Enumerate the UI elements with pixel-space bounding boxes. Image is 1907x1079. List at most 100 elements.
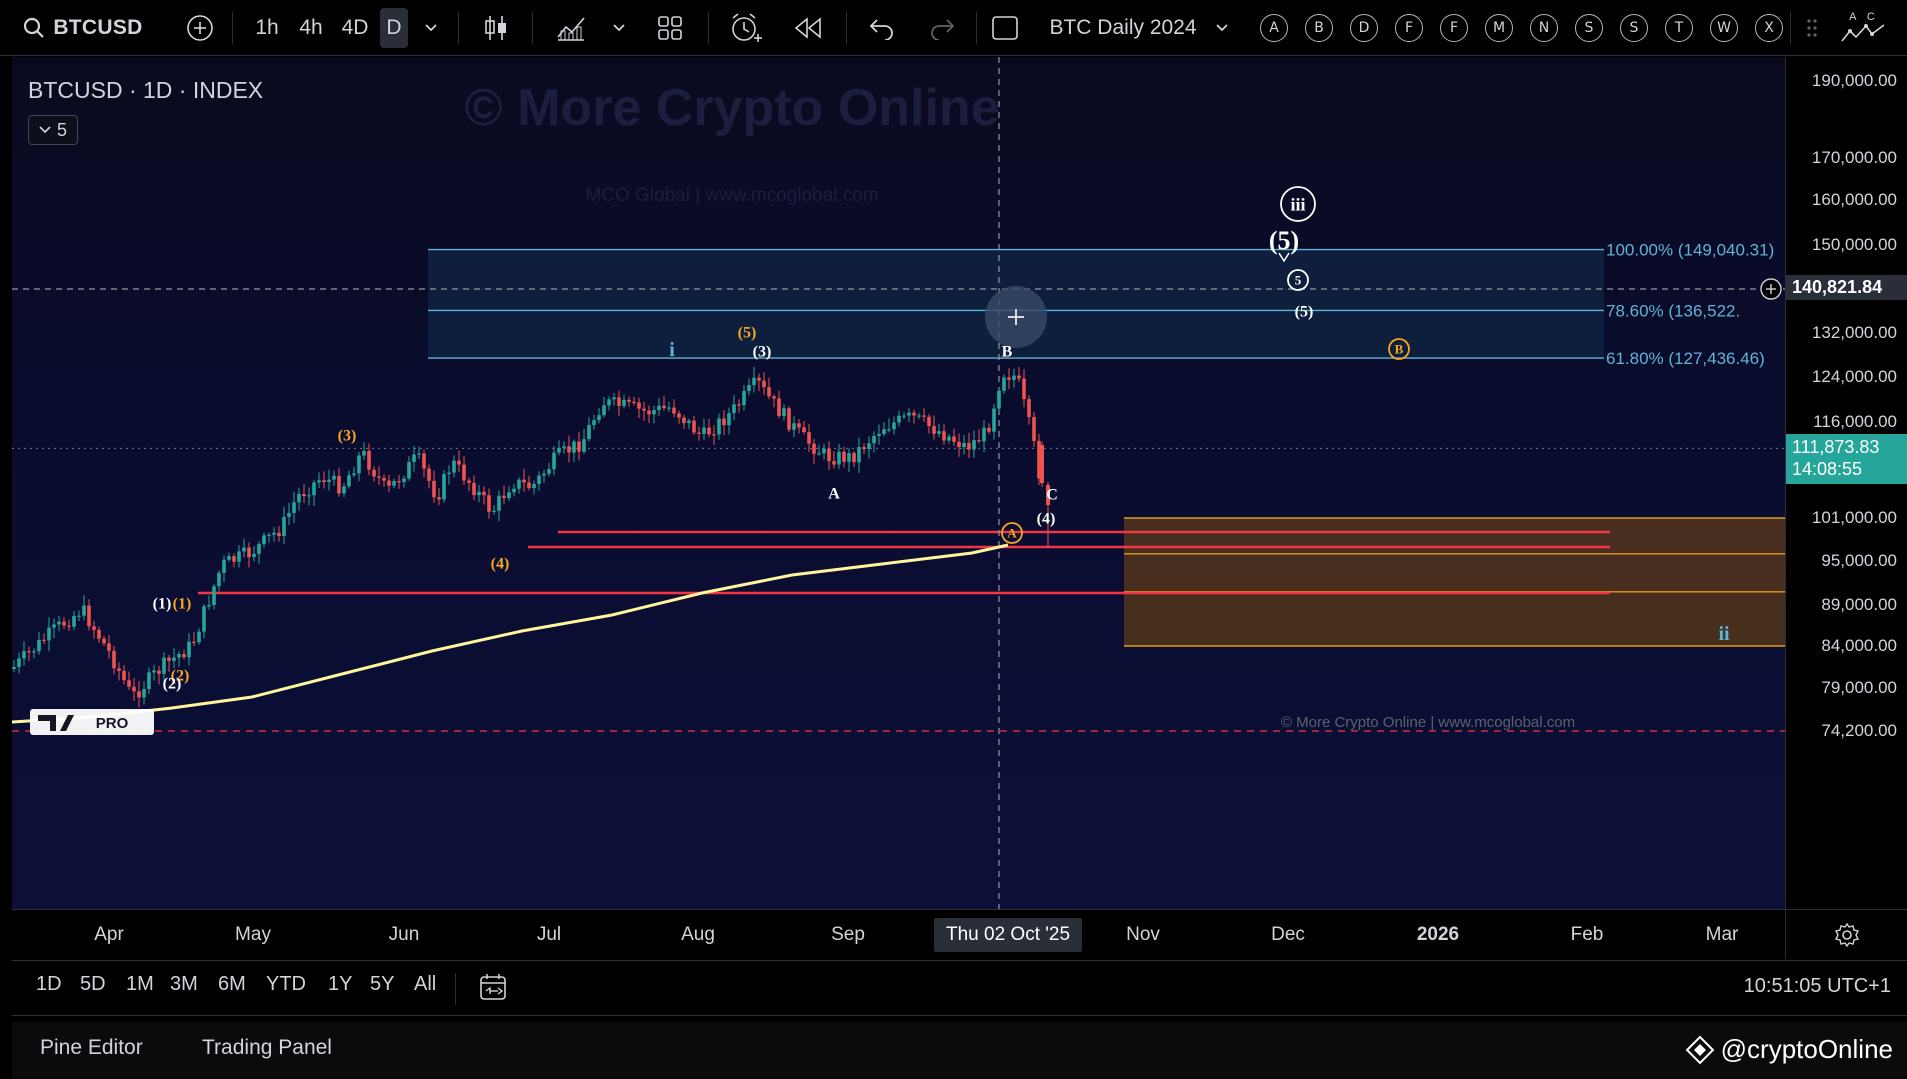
wave-label: (5) [1269,226,1299,255]
candle-body [347,475,351,487]
alert-button[interactable] [726,0,766,56]
quick-letter-button[interactable]: W [1710,14,1738,42]
candle-body [812,443,816,454]
time-axis[interactable]: Thu 02 Oct '25 Apr May Jun Jul Aug Sep Nov Dec 2… [12,909,1785,959]
candle-body [1022,378,1026,400]
timeframe-4h[interactable]: 4h [293,0,329,56]
replay-button[interactable] [790,0,826,56]
symbol-search-button[interactable]: BTCUSD [18,0,148,56]
chart-type-button[interactable] [478,0,514,56]
timeframe-1h[interactable]: 1h [250,0,284,56]
candle-body [372,469,376,477]
range-button-3m[interactable]: 3M [170,973,198,996]
quick-letter-button[interactable]: T [1665,14,1693,42]
watermark-subtitle: MCO Global | www.mcoglobal.com [585,185,878,206]
candle-body [187,641,191,658]
candle-body [557,447,561,453]
redo-button[interactable] [924,0,960,56]
candle-body [682,417,686,424]
tab-trading-panel[interactable]: Trading Panel [202,1036,332,1060]
legend-collapse-button[interactable]: 5 [28,115,78,145]
candle-body [1032,417,1036,441]
candle-body [947,436,951,441]
chart-pane[interactable]: © More Crypto Online MCO Global | www.mco… [12,57,1785,909]
quick-letter-button[interactable]: D [1350,14,1378,42]
candle-body [497,495,501,511]
quick-letter-button[interactable]: N [1530,14,1558,42]
timeframe-dropdown[interactable] [420,0,442,56]
candle-body [717,418,721,435]
clock[interactable]: 10:51:05 UTC+1 [1744,975,1891,998]
toolbar-divider [708,12,709,44]
range-button-1d[interactable]: 1D [36,973,62,996]
range-button-ytd[interactable]: YTD [266,973,306,996]
candle-body [152,670,156,673]
undo-icon [869,19,893,40]
candle-body [417,453,421,455]
candle-body [282,516,286,536]
quick-letter-button[interactable]: M [1485,14,1513,42]
legend-title: BTCUSD · 1D · INDEX [28,77,264,103]
candle-body [92,626,96,630]
quick-letter-button[interactable]: B [1305,14,1333,42]
range-button-all[interactable]: All [414,973,436,996]
candle-body [942,431,946,441]
candle-body [552,452,556,470]
candle-body [542,473,546,476]
footer-panel-tabs: Pine Editor Trading Panel @cryptoOnline [12,1022,1907,1079]
wave-label: (5) [738,325,757,342]
candle-body [882,429,886,435]
timeframe-4d[interactable]: 4D [336,0,374,56]
candle-body [802,427,806,433]
range-button-1m[interactable]: 1M [126,973,154,996]
price-tick-label: 79,000.00 [1821,678,1897,697]
candle-body [827,448,831,462]
quick-letter-button[interactable]: A [1260,14,1288,42]
layout-button[interactable] [652,0,688,56]
candle-body [452,460,456,473]
date-range-button[interactable] [478,971,510,1008]
left-edge [0,57,12,1079]
candle-body [917,415,921,417]
candle-body [87,605,91,627]
candle-body [117,668,121,671]
candle-body [992,408,996,432]
wave-label: A [828,486,840,503]
candle-body [37,639,41,652]
candle-body [952,436,956,442]
candle-body [492,510,496,512]
toolbar-divider [458,12,459,44]
axis-settings-button[interactable] [1785,909,1907,959]
price-axis[interactable]: 190,000.00 170,000.00 160,000.00 150,000.00… [1785,57,1907,909]
candle-body [547,469,551,474]
quick-letter-button[interactable]: F [1440,14,1468,42]
wave-label: B [1002,344,1013,361]
quick-letter-button[interactable]: F [1395,14,1423,42]
compare-symbol-button[interactable] [180,0,220,56]
undo-button[interactable] [864,0,900,56]
range-button-6m[interactable]: 6M [218,973,246,996]
time-tick-label: Feb [1570,924,1604,945]
quick-letter-button[interactable]: S [1575,14,1603,42]
elliott-wave-tool[interactable]: A C [1836,0,1892,56]
quick-letter-button[interactable]: S [1620,14,1648,42]
candle-body [342,486,346,494]
indicators-button[interactable] [552,0,590,56]
range-button-5y[interactable]: 5Y [370,973,394,996]
timeframe-d[interactable]: D [380,8,408,48]
candle-body [837,451,841,465]
indicators-dropdown[interactable] [608,0,630,56]
range-button-1y[interactable]: 1Y [328,973,352,996]
layout-dropdown[interactable] [1210,0,1234,56]
quick-letter-button[interactable]: X [1755,14,1783,42]
grid-layout-icon [658,16,682,40]
price-tick-label: 95,000.00 [1821,551,1897,570]
range-button-5d[interactable]: 5D [80,973,106,996]
drag-handle[interactable] [1800,0,1824,56]
drag-dots-icon [1807,19,1817,37]
candle-body [82,605,86,616]
layout-name[interactable]: BTC Daily 2024 [1038,0,1208,56]
tab-pine-editor[interactable]: Pine Editor [40,1036,143,1060]
fullscreen-toggle[interactable] [990,0,1020,56]
chart-canvas[interactable]: © More Crypto Online MCO Global | www.mco… [12,57,1785,909]
